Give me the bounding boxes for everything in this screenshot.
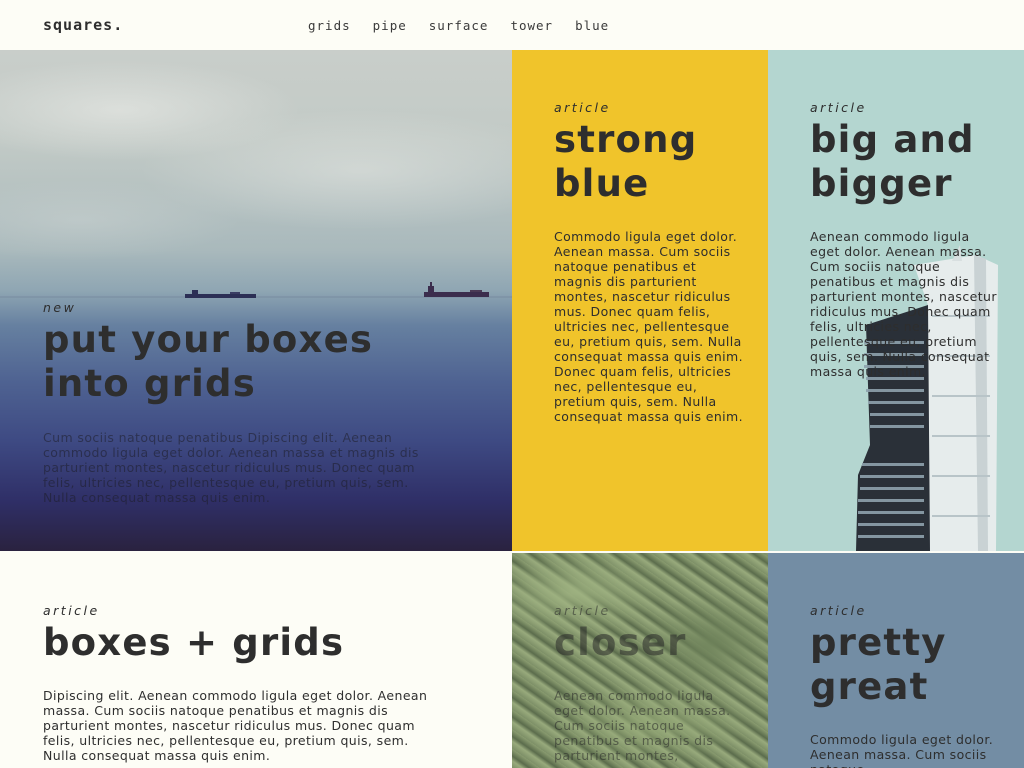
hero-title[interactable]: put your boxes into grids (43, 318, 443, 406)
article-kicker: article (554, 100, 611, 115)
hero-kicker: new (43, 300, 77, 315)
article-kicker: article (43, 603, 100, 618)
article-tile-boxes-grids[interactable]: article boxes + grids Dipiscing elit. Ae… (0, 553, 512, 768)
site-header: squares. grids pipe surface tower blue (0, 0, 1024, 50)
article-title[interactable]: pretty great (810, 621, 1000, 709)
article-content: article closer Aenean commodo ligula ege… (554, 603, 744, 763)
article-kicker: article (810, 100, 867, 115)
nav-link-blue[interactable]: blue (575, 18, 609, 33)
site-logo[interactable]: squares. (43, 16, 123, 34)
article-tile-closer[interactable]: article closer Aenean commodo ligula ege… (512, 553, 768, 768)
article-kicker: article (554, 603, 611, 618)
hero-tile[interactable]: new put your boxes into grids Cum sociis… (0, 50, 512, 551)
main-nav: grids pipe surface tower blue (308, 18, 631, 33)
article-kicker: article (810, 603, 867, 618)
article-body: Dipiscing elit. Aenean commodo ligula eg… (43, 688, 428, 763)
article-title[interactable]: strong blue (554, 118, 744, 206)
article-content: article pretty great Commodo ligula eget… (810, 603, 1000, 768)
article-content: article big and bigger Aenean commodo li… (810, 100, 1000, 379)
article-tile-pretty-great[interactable]: article pretty great Commodo ligula eget… (768, 553, 1024, 768)
nav-link-surface[interactable]: surface (429, 18, 489, 33)
article-body: Aenean commodo ligula eget dolor. Aenean… (810, 229, 997, 379)
nav-link-grids[interactable]: grids (308, 18, 351, 33)
hero-content: new put your boxes into grids Cum sociis… (43, 300, 443, 505)
article-body: Commodo ligula eget dolor. Aenean massa.… (554, 229, 743, 424)
article-content: article boxes + grids Dipiscing elit. Ae… (43, 603, 433, 763)
ship-right-icon (424, 282, 489, 297)
article-title[interactable]: big and bigger (810, 118, 1000, 206)
ship-left-icon (185, 290, 256, 298)
article-title[interactable]: closer (554, 621, 744, 665)
article-body: Commodo ligula eget dolor. Aenean massa.… (810, 732, 994, 768)
nav-link-tower[interactable]: tower (510, 18, 553, 33)
article-body: Aenean commodo ligula eget dolor. Aenean… (554, 688, 731, 763)
article-content: article strong blue Commodo ligula eget … (554, 100, 744, 424)
nav-link-pipe[interactable]: pipe (373, 18, 407, 33)
article-tile-big-and-bigger[interactable]: article big and bigger Aenean commodo li… (768, 50, 1024, 551)
article-title[interactable]: boxes + grids (43, 621, 433, 665)
article-tile-strong-blue[interactable]: article strong blue Commodo ligula eget … (512, 50, 768, 551)
hero-body: Cum sociis natoque penatibus Dipiscing e… (43, 430, 419, 505)
